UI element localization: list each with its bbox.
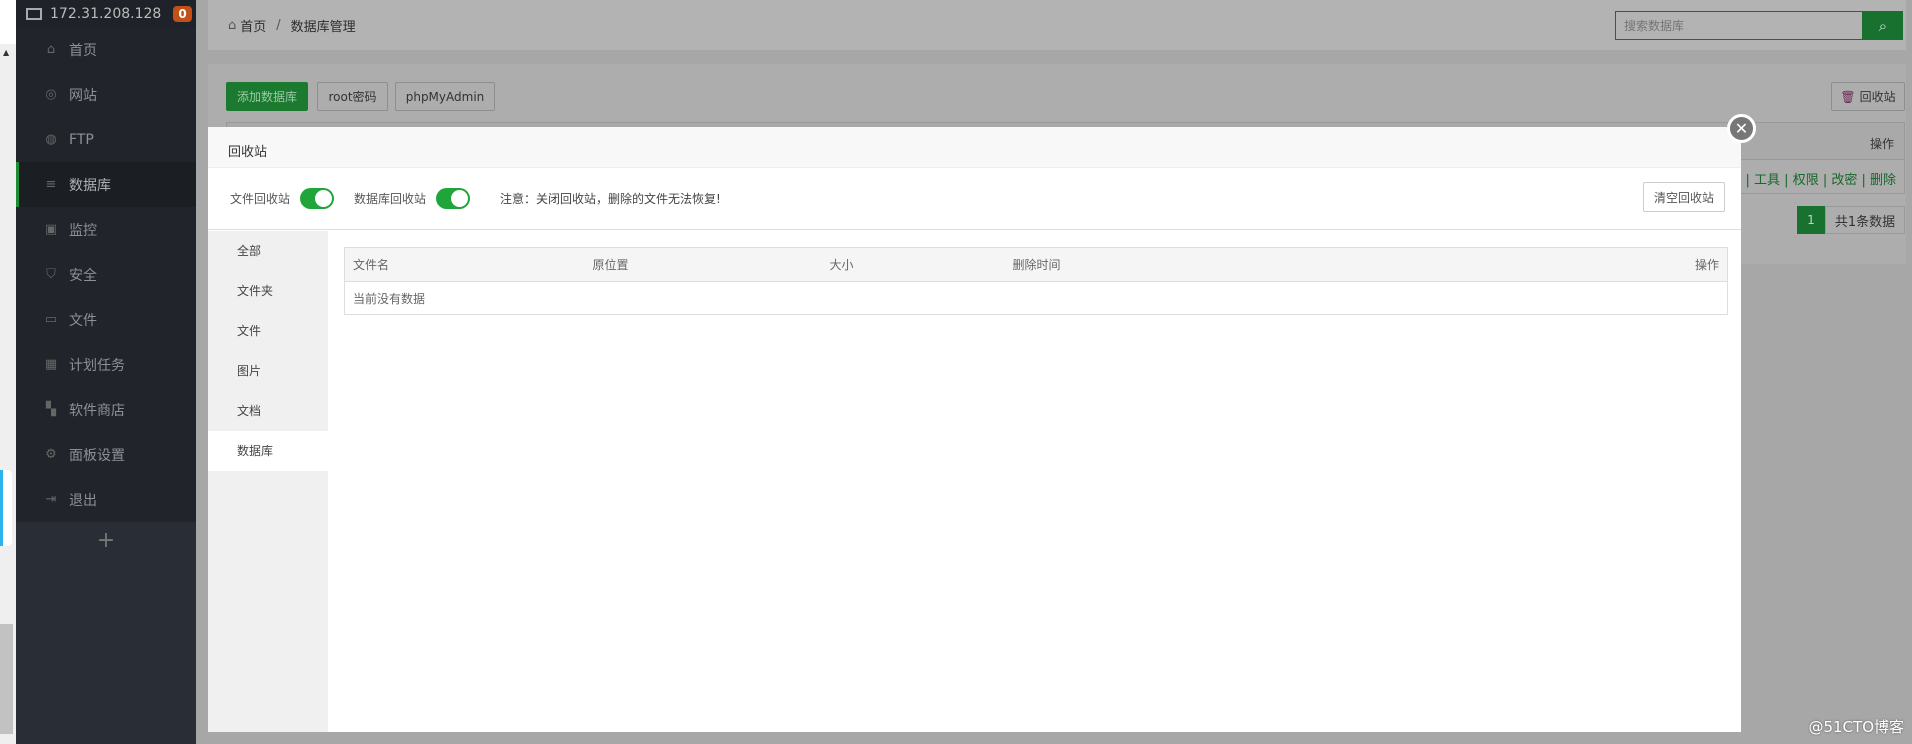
sidebar-item-6[interactable]: ▭ 文件 xyxy=(16,297,196,342)
add-shortcut-button[interactable]: + xyxy=(16,522,196,553)
sidebar-item-label: 面板设置 xyxy=(69,447,125,464)
sidebar-item-label: 网站 xyxy=(69,87,97,104)
breadcrumb-separator: / xyxy=(276,17,281,33)
monitor-icon xyxy=(26,7,42,20)
sidebar-item-9[interactable]: ⚙ 面板设置 xyxy=(16,432,196,477)
column-header: 操作 xyxy=(1424,247,1728,282)
clear-recycle-bin-button[interactable]: 清空回收站 xyxy=(1643,182,1725,212)
nav-icon: ▣ xyxy=(44,222,58,237)
browser-side-strip: ▲ xyxy=(0,0,16,744)
sidebar-nav: ⌂ 首页 ◎ 网站 ◍ FTP ≡ 数据库 ▣ 监控 ⛉ 安全 ▭ 文件 ▦ 计划任务 ▚ 软件商店 ⚙ 面板设置 ⇥ 退… xyxy=(16,27,196,522)
file-recycle-label: 文件回收站 xyxy=(230,192,291,206)
nav-icon: ⛉ xyxy=(46,267,56,282)
sidebar-item-5[interactable]: ⛉ 安全 xyxy=(16,252,196,297)
nav-icon: ▚ xyxy=(46,402,56,417)
strip-top xyxy=(0,0,16,44)
category-tabs: 全部 文件夹 文件 图片 文档 数据库 xyxy=(208,231,328,732)
sidebar-item-label: 数据库 xyxy=(69,177,111,194)
column-header: 原位置 xyxy=(584,247,822,282)
sidebar-item-label: 计划任务 xyxy=(69,357,125,374)
breadcrumb-current: 数据库管理 xyxy=(290,19,356,35)
sidebar-item-label: 安全 xyxy=(69,267,97,284)
empty-message: 当前没有数据 xyxy=(353,291,426,306)
floating-chat-widget[interactable] xyxy=(0,470,12,546)
sidebar-item-8[interactable]: ▚ 软件商店 xyxy=(16,387,196,432)
tab-3[interactable]: 图片 xyxy=(208,351,328,391)
sidebar-item-label: 软件商店 xyxy=(69,402,125,419)
file-recycle-toggle[interactable] xyxy=(300,188,335,209)
sidebar-item-7[interactable]: ▦ 计划任务 xyxy=(16,342,196,387)
search-icon: ⌕ xyxy=(1878,16,1888,35)
sidebar-item-label: 监控 xyxy=(69,222,97,239)
add-database-button[interactable]: 添加数据库 xyxy=(226,82,308,111)
sidebar-item-3[interactable]: ≡ 数据库 xyxy=(16,162,196,207)
nav-icon: ◎ xyxy=(45,87,57,102)
column-header: 删除时间 xyxy=(1004,247,1425,282)
recycle-bin-label: 回收站 xyxy=(1859,90,1896,104)
trash-icon: 🗑 xyxy=(1840,89,1856,104)
scrollbar[interactable] xyxy=(0,624,13,734)
tab-5[interactable]: 数据库 xyxy=(208,431,328,471)
db-recycle-toggle[interactable] xyxy=(436,188,471,209)
home-icon: ⌂ xyxy=(228,17,237,33)
close-icon: ✕ xyxy=(1734,119,1749,138)
search-input[interactable] xyxy=(1615,11,1863,40)
action-column-header: 操作 xyxy=(1869,137,1894,151)
tab-2[interactable]: 文件 xyxy=(208,311,328,351)
sidebar: 172.31.208.128 0 ⌂ 首页 ◎ 网站 ◍ FTP ≡ 数据库 ▣ 监控 ⛉ 安全 ▭ 文件… xyxy=(16,0,196,744)
page-1-button[interactable]: 1 xyxy=(1797,206,1825,234)
breadcrumb-home[interactable]: 首页 xyxy=(240,16,266,35)
sidebar-item-label: FTP xyxy=(69,131,94,148)
message-badge[interactable]: 0 xyxy=(173,5,192,22)
sidebar-item-2[interactable]: ◍ FTP xyxy=(16,117,196,162)
scroll-up-arrow-icon[interactable]: ▲ xyxy=(3,48,9,57)
tab-4[interactable]: 文档 xyxy=(208,391,328,431)
server-ip: 172.31.208.128 xyxy=(50,5,162,22)
nav-icon: ⇥ xyxy=(45,492,57,507)
nav-icon: ⚙ xyxy=(45,447,57,462)
root-password-button[interactable]: root密码 xyxy=(317,82,388,111)
dialog-title: 回收站 xyxy=(208,127,1741,168)
row-actions[interactable]: 管理 | 工具 | 权限 | 改密 | 删除 xyxy=(1715,173,1896,188)
watermark: @51CTO博客 xyxy=(1808,718,1904,736)
close-dialog-button[interactable]: ✕ xyxy=(1727,114,1756,143)
sidebar-item-label: 退出 xyxy=(69,492,97,509)
nav-icon: ▦ xyxy=(44,357,58,372)
nav-icon: ◍ xyxy=(45,132,57,147)
sidebar-item-label: 文件 xyxy=(69,312,97,329)
total-count: 共1条数据 xyxy=(1825,206,1905,234)
nav-icon: ≡ xyxy=(45,177,57,192)
db-recycle-label: 数据库回收站 xyxy=(354,192,427,206)
sidebar-item-1[interactable]: ◎ 网站 xyxy=(16,72,196,117)
tab-0[interactable]: 全部 xyxy=(208,231,328,271)
nav-icon: ⌂ xyxy=(46,42,56,57)
recycle-bin-button[interactable]: 🗑 回收站 xyxy=(1831,82,1905,111)
warning-note: 注意：关闭回收站，删除的文件无法恢复! xyxy=(500,192,721,206)
recycle-table: 文件名 原位置 大小 删除时间 操作 当前没有数据 xyxy=(344,247,1728,315)
tab-1[interactable]: 文件夹 xyxy=(208,271,328,311)
nav-icon: ▭ xyxy=(44,312,58,327)
sidebar-item-4[interactable]: ▣ 监控 xyxy=(16,207,196,252)
recycle-settings-bar: 文件回收站 数据库回收站 注意：关闭回收站，删除的文件无法恢复! 清空回收站 xyxy=(208,168,1741,230)
column-header: 文件名 xyxy=(344,247,585,282)
recycle-bin-dialog: 回收站 文件回收站 数据库回收站 注意：关闭回收站，删除的文件无法恢复! 清空回… xyxy=(208,127,1741,732)
sidebar-item-0[interactable]: ⌂ 首页 xyxy=(16,27,196,72)
column-header: 大小 xyxy=(821,247,1005,282)
server-header: 172.31.208.128 0 xyxy=(16,0,196,27)
sidebar-item-label: 首页 xyxy=(69,42,97,59)
sidebar-item-10[interactable]: ⇥ 退出 xyxy=(16,477,196,522)
phpmyadmin-button[interactable]: phpMyAdmin xyxy=(395,82,495,111)
search-button[interactable]: ⌕ xyxy=(1863,11,1903,40)
